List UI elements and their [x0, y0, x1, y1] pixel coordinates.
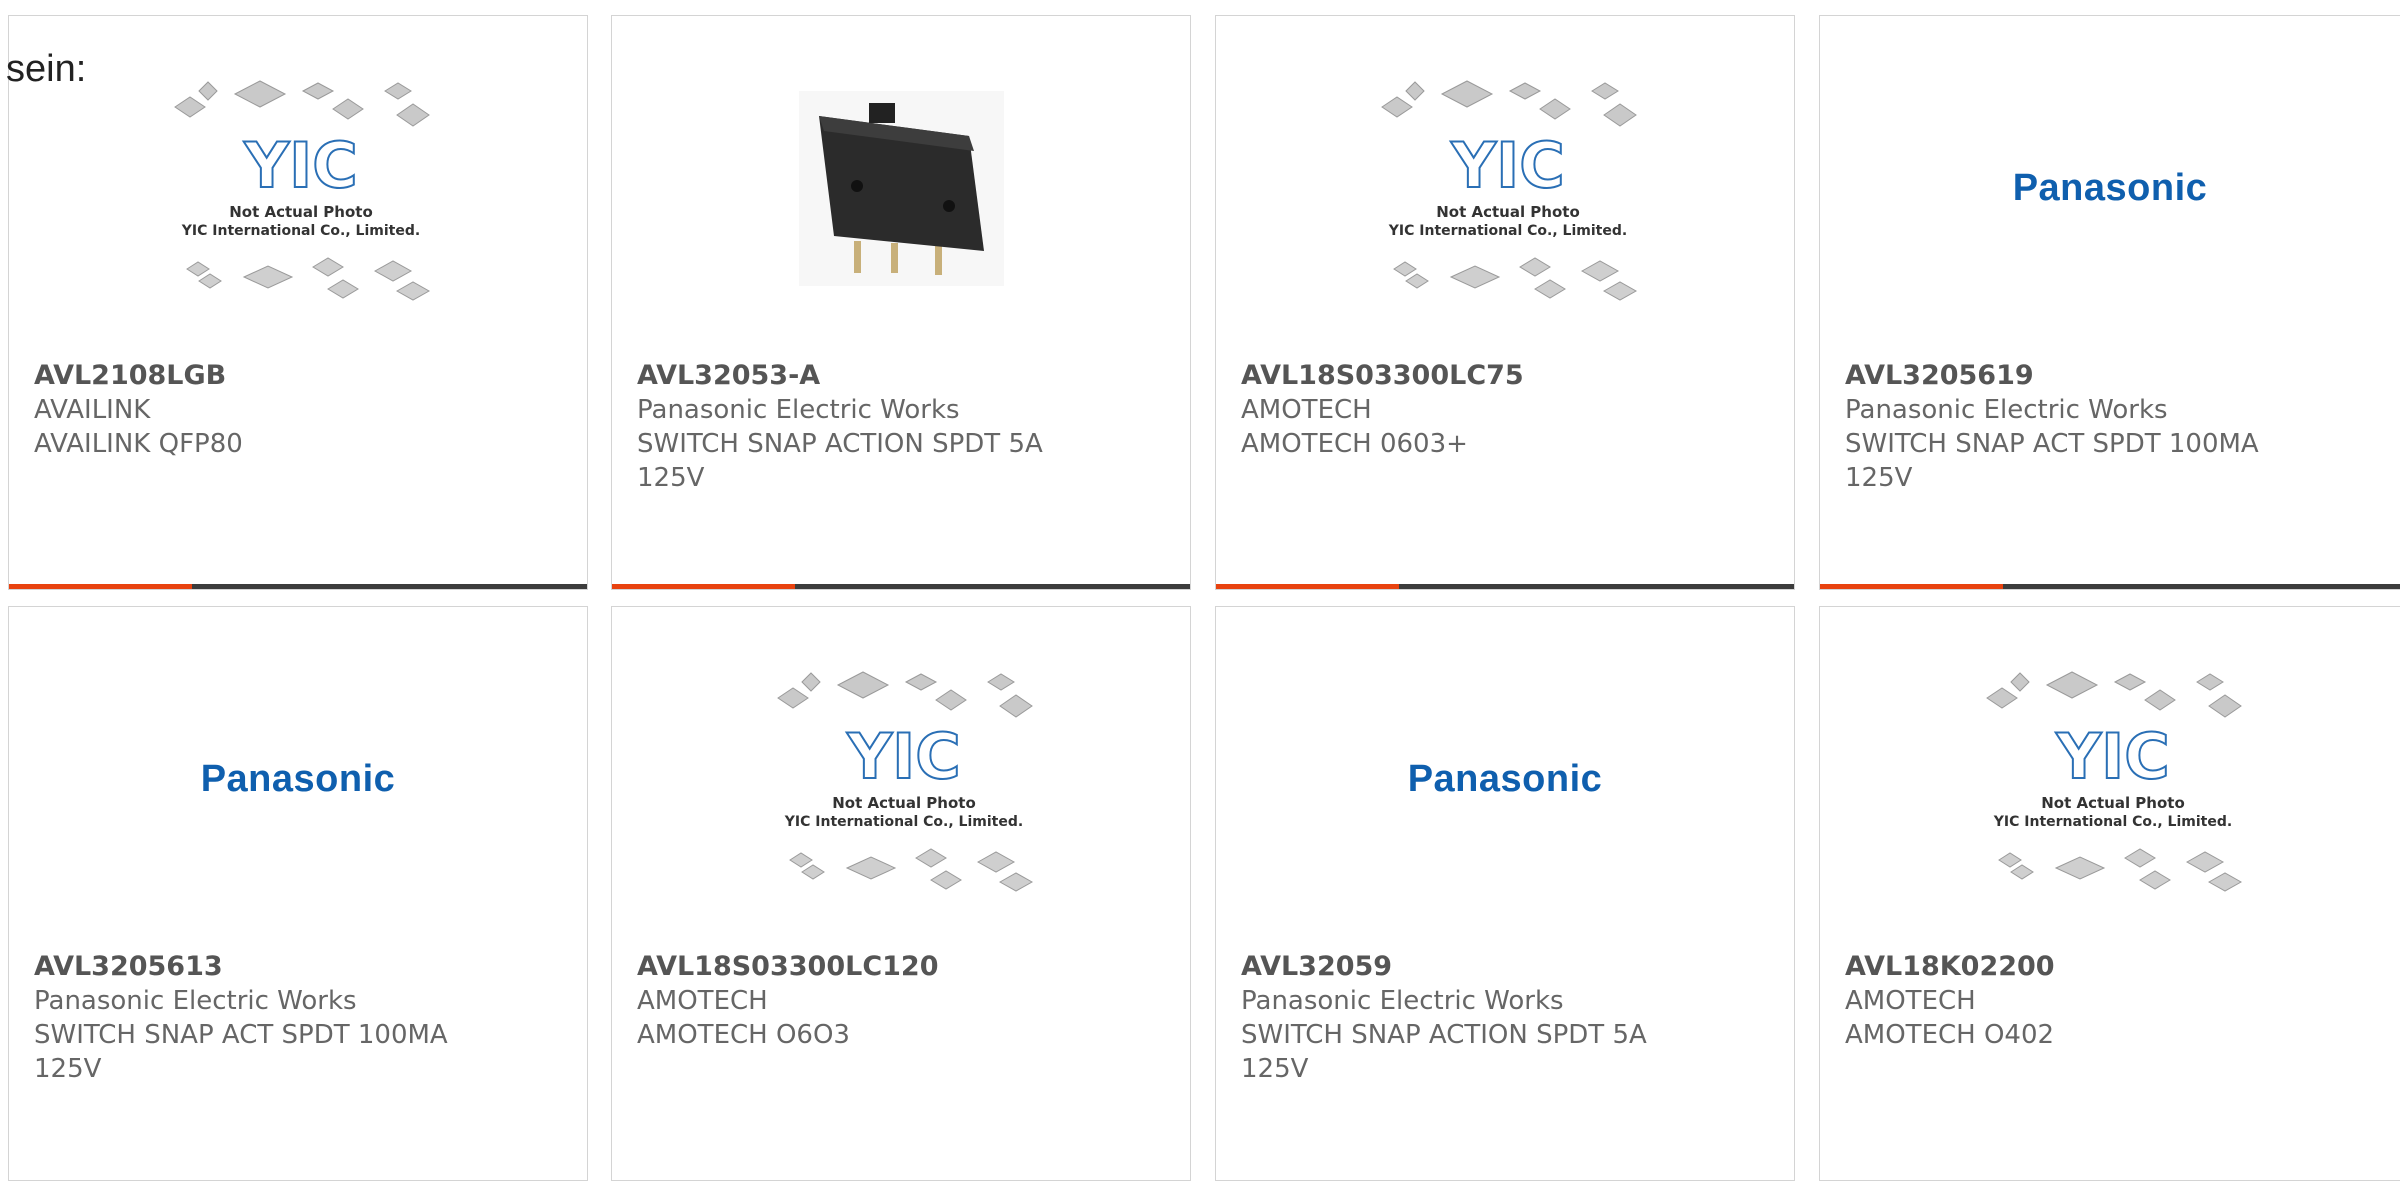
product-image[interactable]: YIC Not Actual Photo YIC International Co.… — [9, 16, 587, 361]
product-card[interactable]: Panasonic AVL32059 Panasonic Electric Wo… — [1215, 606, 1795, 1181]
product-card[interactable]: Panasonic AVL3205619 Panasonic Electric … — [1819, 15, 2400, 590]
yic-placeholder-image: YIC Not Actual Photo YIC International Co.… — [1975, 660, 2245, 900]
svg-text:YIC International Co., Limited: YIC International Co., Limited. — [1993, 814, 2232, 830]
manufacturer: Panasonic Electric Works — [34, 986, 357, 1016]
manufacturer: AMOTECH — [1241, 395, 1372, 425]
product-card[interactable]: YIC Not Actual Photo YIC International Co.… — [611, 606, 1191, 1181]
panasonic-logo: Panasonic — [1407, 758, 1603, 800]
product-image[interactable]: Panasonic — [1216, 607, 1794, 952]
part-number[interactable]: AVL18S03300LC120 — [637, 950, 1157, 984]
part-number[interactable]: AVL18S03300LC75 — [1241, 359, 1761, 393]
card-accent-bar — [1216, 584, 1794, 589]
svg-text:YIC: YIC — [846, 720, 960, 793]
part-number[interactable]: AVL3205613 — [34, 950, 554, 984]
product-image[interactable]: YIC Not Actual Photo YIC International Co.… — [1820, 607, 2400, 952]
description: SWITCH SNAP ACTION SPDT 5A 125V — [1241, 1020, 1647, 1084]
manufacturer: AMOTECH — [1845, 986, 1976, 1016]
part-number[interactable]: AVL18K02200 — [1845, 950, 2365, 984]
svg-text:YIC: YIC — [2055, 720, 2169, 793]
manufacturer: Panasonic Electric Works — [1241, 986, 1564, 1016]
snap-switch-photo — [798, 91, 1004, 286]
description: AMOTECH 0603+ — [1241, 429, 1468, 459]
svg-text:Not Actual Photo: Not Actual Photo — [229, 203, 373, 221]
product-image[interactable]: Panasonic — [9, 607, 587, 952]
manufacturer: Panasonic Electric Works — [637, 395, 960, 425]
svg-text:Not Actual Photo: Not Actual Photo — [2041, 794, 2185, 812]
product-card[interactable]: YIC Not Actual Photo YIC International Co.… — [1819, 606, 2400, 1181]
card-accent-bar — [1820, 584, 2400, 589]
svg-text:YIC International Co., Limited: YIC International Co., Limited. — [181, 223, 420, 239]
product-grid: YIC Not Actual Photo YIC International Co.… — [0, 0, 2400, 1181]
product-card[interactable]: YIC Not Actual Photo YIC International Co.… — [8, 15, 588, 590]
yic-placeholder-image: YIC Not Actual Photo YIC International Co.… — [163, 69, 433, 309]
svg-text:YIC: YIC — [243, 129, 357, 202]
manufacturer: AMOTECH — [637, 986, 768, 1016]
product-image[interactable]: YIC Not Actual Photo YIC International Co.… — [612, 607, 1190, 952]
card-accent-bar — [612, 584, 1190, 589]
product-image[interactable]: YIC Not Actual Photo YIC International Co.… — [1216, 16, 1794, 361]
yic-placeholder-image: YIC Not Actual Photo YIC International Co.… — [766, 660, 1036, 900]
description: SWITCH SNAP ACTION SPDT 5A 125V — [637, 429, 1043, 493]
product-card[interactable]: AVL32053-A Panasonic Electric Works SWIT… — [611, 15, 1191, 590]
product-card[interactable]: Panasonic AVL3205613 Panasonic Electric … — [8, 606, 588, 1181]
manufacturer: AVAILINK — [34, 395, 151, 425]
product-card[interactable]: YIC Not Actual Photo YIC International Co.… — [1215, 15, 1795, 590]
description: SWITCH SNAP ACT SPDT 100MA 125V — [34, 1020, 448, 1084]
panasonic-logo: Panasonic — [2012, 167, 2208, 209]
part-number[interactable]: AVL32059 — [1241, 950, 1761, 984]
panasonic-logo: Panasonic — [200, 758, 396, 800]
description: AMOTECH O402 — [1845, 1020, 2055, 1050]
svg-text:YIC: YIC — [1450, 129, 1564, 202]
lead-text: sein: — [6, 48, 87, 90]
product-image[interactable] — [612, 16, 1190, 361]
svg-text:Not Actual Photo: Not Actual Photo — [1436, 203, 1580, 221]
manufacturer: Panasonic Electric Works — [1845, 395, 2168, 425]
part-number[interactable]: AVL2108LGB — [34, 359, 554, 393]
yic-placeholder-image: YIC Not Actual Photo YIC International Co.… — [1370, 69, 1640, 309]
product-image[interactable]: Panasonic — [1820, 16, 2400, 361]
description: SWITCH SNAP ACT SPDT 100MA 125V — [1845, 429, 2259, 493]
part-number[interactable]: AVL32053-A — [637, 359, 1157, 393]
part-number[interactable]: AVL3205619 — [1845, 359, 2365, 393]
svg-text:YIC International Co., Limited: YIC International Co., Limited. — [784, 814, 1023, 830]
svg-text:YIC International Co., Limited: YIC International Co., Limited. — [1388, 223, 1627, 239]
svg-text:Not Actual Photo: Not Actual Photo — [832, 794, 976, 812]
card-accent-bar — [9, 584, 587, 589]
description: AMOTECH O6O3 — [637, 1020, 850, 1050]
description: AVAILINK QFP80 — [34, 429, 243, 459]
